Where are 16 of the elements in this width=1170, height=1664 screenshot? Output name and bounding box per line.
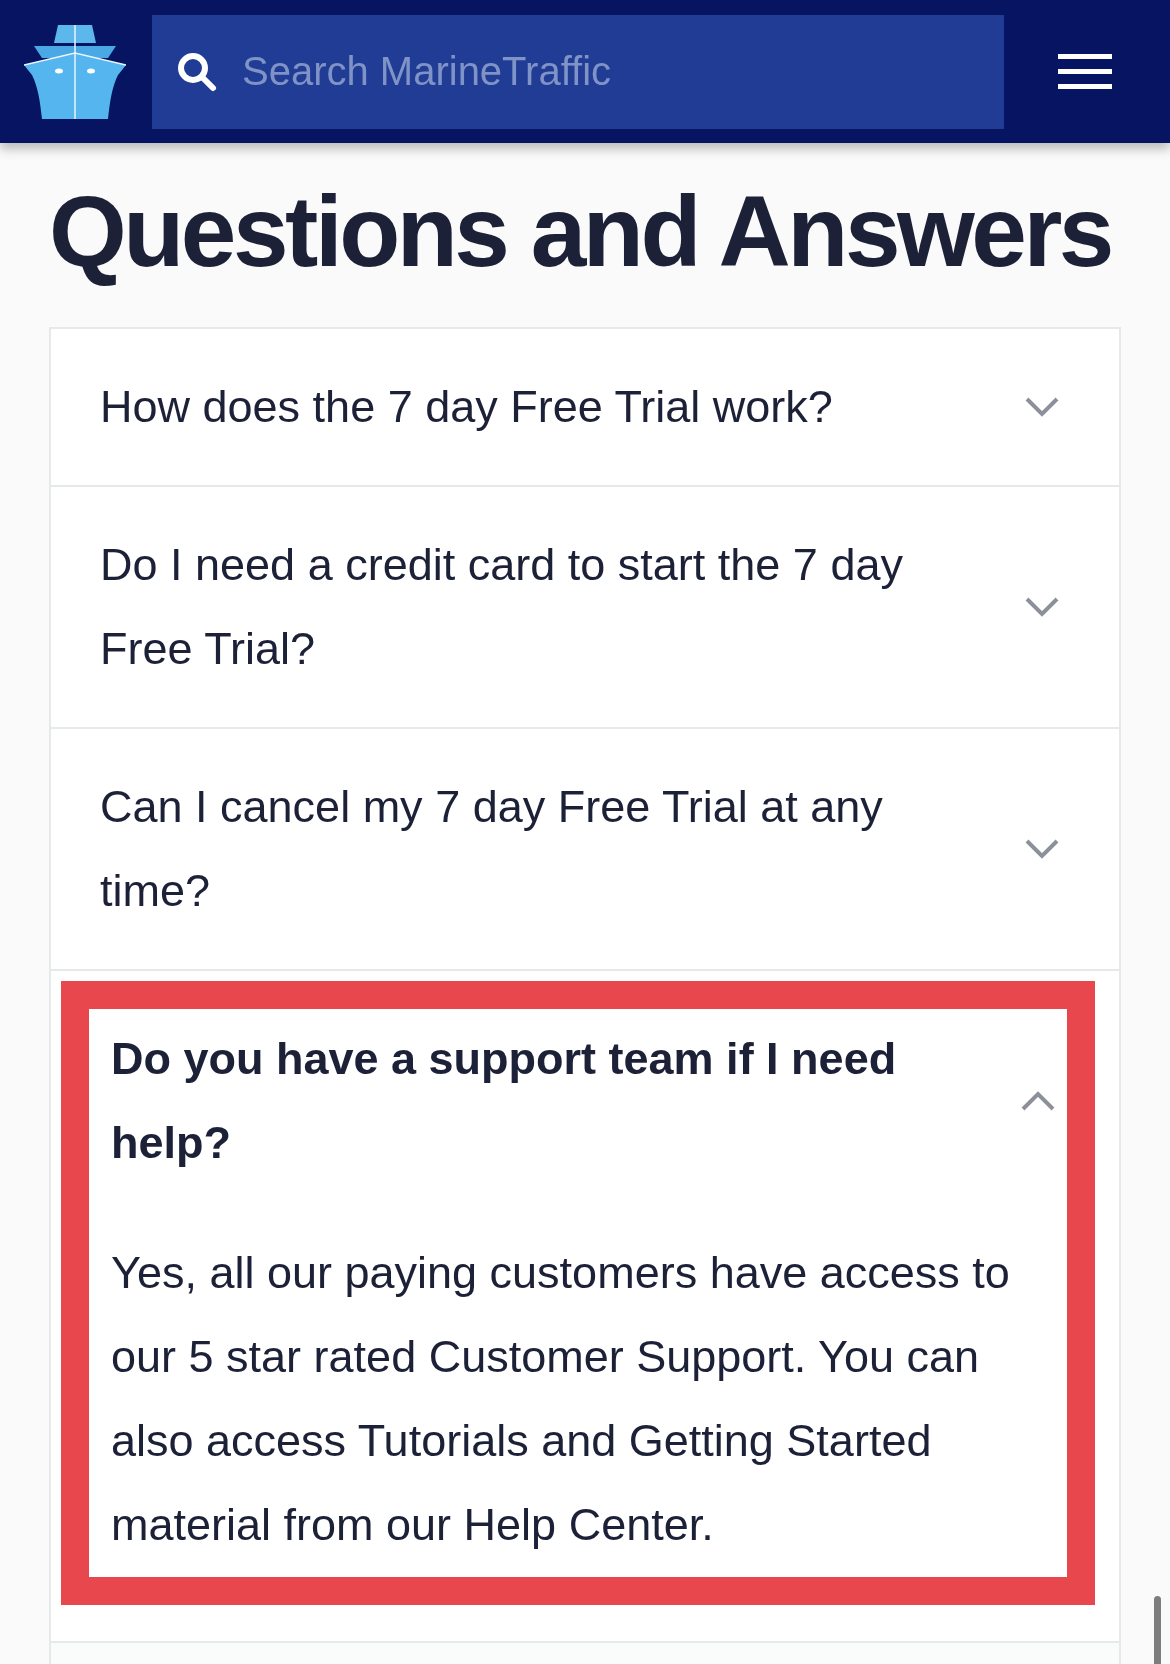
search-input[interactable]: Search MarineTraffic [240,48,1004,95]
page-title: Questions and Answers [49,174,1112,289]
scrollbar[interactable] [1154,1596,1161,1664]
chevron-down-icon [1025,839,1059,859]
faq-question[interactable]: Do you have a support team if I need help? [89,1009,1067,1195]
faq-question[interactable]: Can I cancel my 7 day Free Trial at any time? [51,729,1119,969]
ship-logo-icon[interactable] [24,24,126,119]
chevron-down-icon [1025,397,1059,417]
search-icon [176,50,218,93]
faq-question[interactable]: Do I need a credit card to start the 7 day Free Trial? [51,487,1119,727]
menu-icon [1058,53,1112,90]
chevron-up-icon [1021,1091,1055,1111]
chevron-down-icon [1025,597,1059,617]
search-field[interactable]: Search MarineTraffic [152,14,1004,129]
faq-answer: Yes, all our paying customers have access to our 5 star rated Customer Support. You can also access Tutorials and Getting Started material from our Help Center. [110,1246,1011,1552]
faq-question[interactable]: How does the 7 day Free Trial work? [51,329,1119,485]
